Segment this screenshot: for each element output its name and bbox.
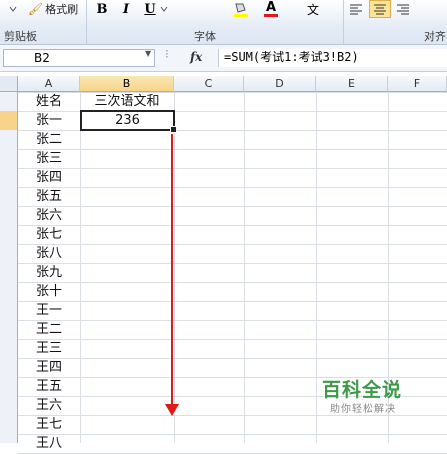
align-left-icon (350, 4, 362, 15)
name-cell[interactable]: 张一 (18, 111, 80, 130)
name-cell[interactable]: 王七 (18, 415, 80, 434)
insert-function-icon[interactable]: fx (190, 50, 202, 64)
drag-arrow-line (171, 134, 173, 406)
grid-row-line (18, 225, 447, 226)
align-right-icon (397, 4, 409, 15)
name-cell[interactable]: 王八 (18, 434, 80, 453)
grid-column-line (174, 92, 175, 443)
name-cell[interactable]: 王五 (18, 377, 80, 396)
grid-row-line (18, 244, 447, 245)
grid-row-line (18, 149, 447, 150)
active-cell-b2[interactable]: 236 (80, 110, 175, 131)
column-header-b[interactable]: B (80, 76, 174, 92)
grid-row-line (18, 434, 447, 435)
font-color-glyph: A (265, 0, 277, 15)
ribbon: 🖌 格式刷 剪贴板 B I U A 文 字体 对齐 (0, 0, 447, 45)
select-all-corner[interactable] (0, 76, 18, 92)
grid-row-line (18, 263, 447, 264)
row-header-2[interactable] (0, 111, 18, 130)
grid-row-line (18, 339, 447, 340)
formula-bar-grip-icon: ⁝ (165, 47, 169, 61)
grid-row-line (18, 282, 447, 283)
bold-button[interactable]: B (94, 0, 110, 18)
font-color-button[interactable]: A (262, 0, 280, 18)
name-cell[interactable]: 张二 (18, 130, 80, 149)
underline-button[interactable]: U (142, 0, 158, 18)
paste-arrow-icon[interactable] (4, 0, 22, 18)
name-cell[interactable]: 王三 (18, 339, 80, 358)
name-cell[interactable]: 张八 (18, 244, 80, 263)
grid-row-line (18, 415, 447, 416)
column-header-c[interactable]: C (174, 76, 244, 92)
watermark-title: 百科全说 (322, 379, 403, 401)
grid-column-line (244, 92, 245, 443)
name-cell[interactable]: 张九 (18, 263, 80, 282)
cell-b2-value: 236 (115, 113, 140, 128)
paint-bucket-icon (234, 3, 248, 17)
fill-color-button[interactable] (230, 0, 252, 18)
grid-column-line (316, 92, 317, 443)
brush-icon: 🖌 (27, 2, 44, 16)
name-cell[interactable]: 王一 (18, 301, 80, 320)
phonetic-button[interactable]: 文 (303, 0, 323, 18)
column-header-d[interactable]: D (244, 76, 316, 92)
name-cell[interactable]: 张七 (18, 225, 80, 244)
name-cell[interactable]: 王六 (18, 396, 80, 415)
align-center-button[interactable] (369, 0, 391, 18)
separator (343, 0, 344, 44)
align-left-button[interactable] (347, 0, 365, 18)
row-header-strip[interactable] (0, 92, 18, 443)
underline-dropdown-icon[interactable] (159, 0, 169, 18)
grid-row-line (18, 301, 447, 302)
formula-input[interactable]: =SUM(考试1:考试3!B2) (218, 49, 447, 67)
italic-button[interactable]: I (118, 0, 134, 18)
separator (86, 0, 87, 44)
grid-column-line (80, 92, 81, 443)
cell-b1[interactable]: 三次语文和 (80, 92, 174, 111)
align-center-icon (374, 4, 386, 15)
column-header-f[interactable]: F (388, 76, 447, 92)
name-cell[interactable]: 张十 (18, 282, 80, 301)
name-cell[interactable]: 张五 (18, 187, 80, 206)
grid-row-line (18, 358, 447, 359)
name-cell[interactable]: 张六 (18, 206, 80, 225)
column-header-a[interactable]: A (18, 76, 80, 92)
name-cell[interactable]: 张三 (18, 149, 80, 168)
formula-bar: B2 ▼ ⁝ fx =SUM(考试1:考试3!B2) (0, 45, 447, 72)
cell-a1[interactable]: 姓名 (18, 92, 80, 111)
watermark-subtitle: 助你轻松解决 (330, 404, 396, 415)
clipboard-group-label: 剪贴板 (4, 30, 37, 43)
name-cell[interactable]: 张四 (18, 168, 80, 187)
drag-arrow-head-icon (165, 404, 179, 416)
grid-row-line (18, 187, 447, 188)
grid-row-line (18, 206, 447, 207)
alignment-group-label: 对齐 (424, 30, 446, 43)
phonetic-glyph: 文 (306, 2, 319, 17)
grid-row-line (18, 168, 447, 169)
name-box[interactable]: B2 (3, 49, 155, 67)
align-right-button[interactable] (394, 0, 412, 18)
column-header-e[interactable]: E (316, 76, 388, 92)
name-cell[interactable]: 王四 (18, 358, 80, 377)
grid-row-line (18, 320, 447, 321)
font-group-label: 字体 (194, 30, 216, 43)
font-color-bar (264, 14, 278, 17)
format-painter-button[interactable]: 🖌 格式刷 (24, 0, 82, 18)
name-cell[interactable]: 王二 (18, 320, 80, 339)
fill-handle[interactable] (170, 126, 177, 133)
